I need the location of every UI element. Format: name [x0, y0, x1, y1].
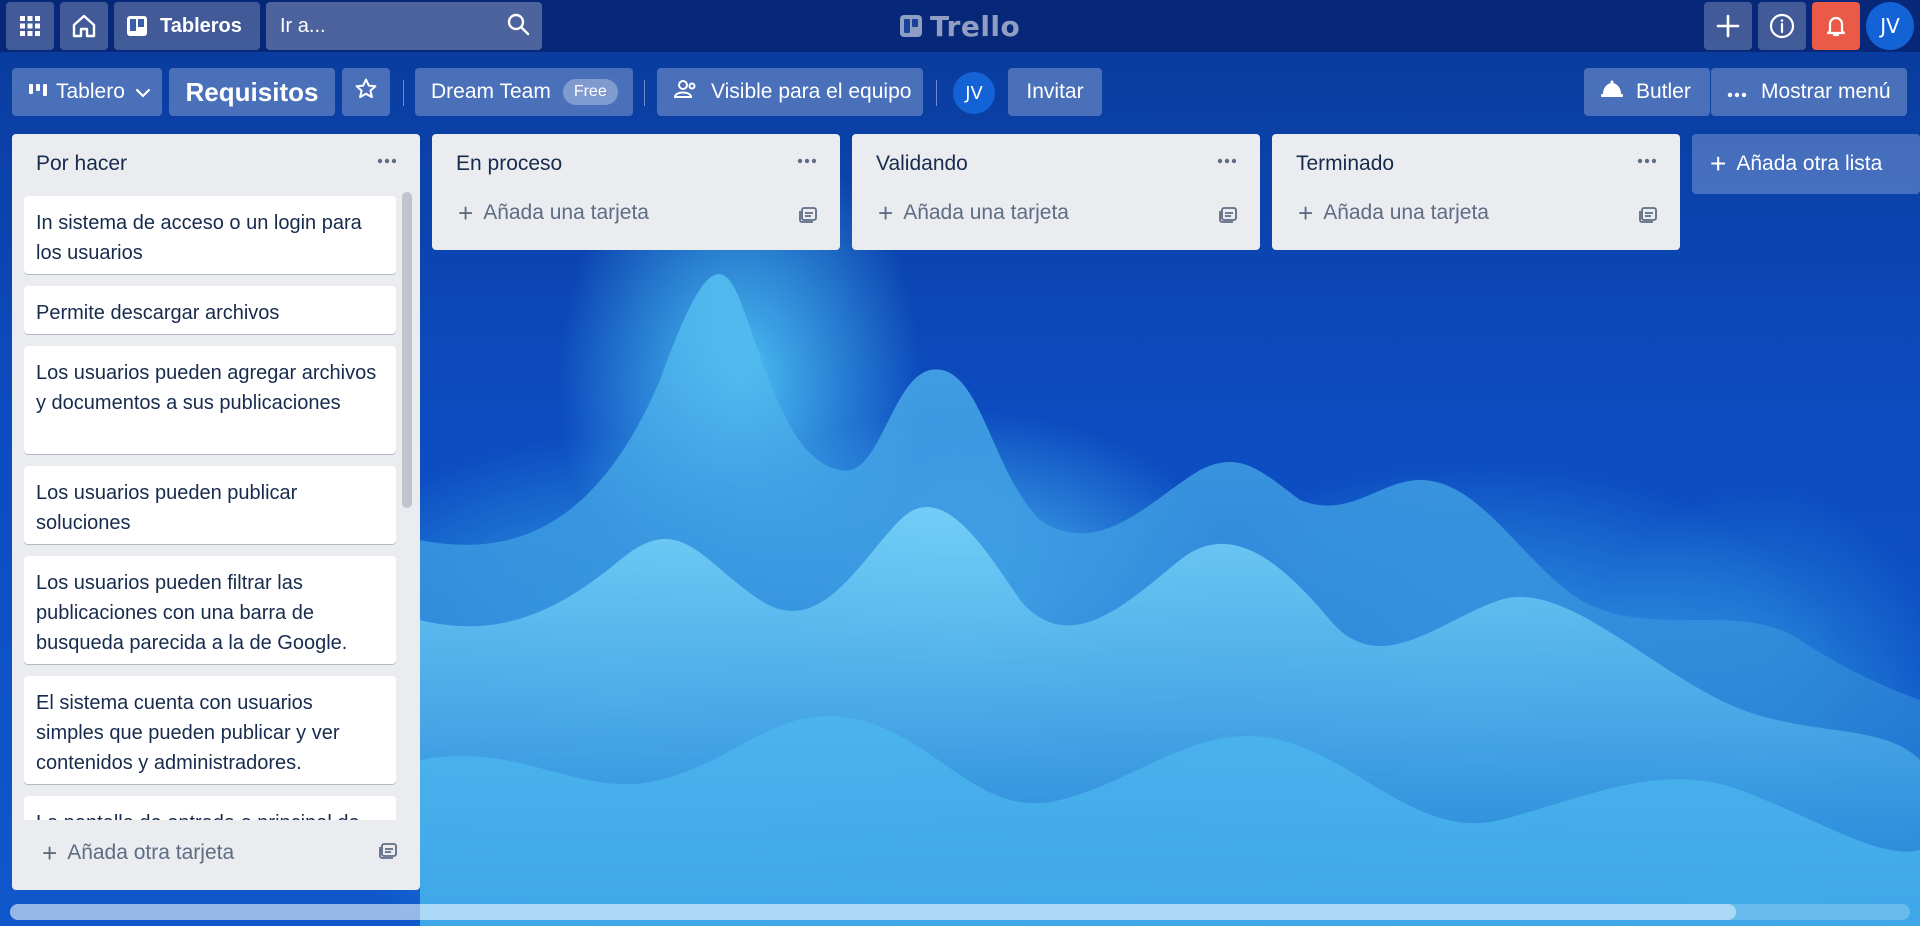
board-view-switcher[interactable]: Tablero	[12, 68, 162, 116]
more-dots-icon	[1727, 80, 1747, 104]
search-input[interactable]	[278, 13, 502, 39]
add-list-button[interactable]: + Añada otra lista	[1692, 134, 1920, 194]
information-button[interactable]	[1758, 2, 1806, 50]
top-navigation-bar: Tableros Trello JV	[0, 0, 1920, 52]
chevron-down-icon	[135, 80, 151, 104]
notifications-button[interactable]	[1812, 2, 1860, 50]
butler-button[interactable]: Butler	[1584, 68, 1710, 116]
list-menu-icon[interactable]	[1212, 146, 1242, 176]
card-template-icon[interactable]	[378, 840, 398, 866]
board-scrollbar-thumb[interactable]	[10, 904, 1736, 920]
search-icon[interactable]	[506, 12, 530, 41]
star-board-button[interactable]	[342, 68, 390, 116]
plus-icon	[1716, 14, 1740, 38]
home-button[interactable]	[60, 2, 108, 50]
board-view-label: Tablero	[56, 80, 125, 103]
user-initials: JV	[1880, 14, 1900, 38]
list-menu-icon[interactable]	[372, 146, 402, 176]
plus-icon: +	[878, 198, 894, 228]
user-avatar[interactable]: JV	[1866, 2, 1914, 50]
boards-button[interactable]: Tableros	[114, 2, 260, 50]
list-header: Validando	[852, 134, 1260, 184]
invite-button[interactable]: Invitar	[1008, 68, 1102, 116]
list-title[interactable]: Por hacer	[36, 152, 127, 176]
list-title[interactable]: Validando	[876, 152, 968, 176]
header-divider	[936, 80, 937, 106]
board-title[interactable]: Requisitos	[169, 68, 335, 116]
show-menu-button[interactable]: Mostrar menú	[1711, 68, 1907, 116]
plus-icon: +	[1710, 148, 1727, 179]
card[interactable]: El sistema cuenta con usuarios simples q…	[24, 676, 396, 784]
plus-icon: +	[1298, 198, 1314, 228]
list-menu-icon[interactable]	[1632, 146, 1662, 176]
add-card-label: Añada una tarjeta	[483, 201, 649, 224]
plus-icon: +	[458, 198, 474, 228]
apps-grid-icon	[19, 15, 41, 37]
show-menu-label: Mostrar menú	[1761, 80, 1891, 103]
search-box[interactable]	[266, 2, 542, 50]
card[interactable]: In sistema de acceso o un login para los…	[24, 196, 396, 274]
cards-container: In sistema de acceso o un login para los…	[12, 192, 412, 820]
list-scrollbar[interactable]	[402, 192, 412, 508]
list-header: En proceso	[432, 134, 840, 184]
card[interactable]: Los usuarios pueden publicar soluciones	[24, 466, 396, 544]
team-visibility-icon	[673, 79, 697, 105]
list-menu-icon[interactable]	[792, 146, 822, 176]
add-card-button[interactable]: + Añada una tarjeta	[432, 184, 840, 242]
team-name: Dream Team	[431, 80, 551, 103]
butler-label: Butler	[1636, 80, 1691, 103]
trello-logo[interactable]: Trello	[900, 8, 1020, 44]
star-icon	[354, 77, 378, 107]
plus-icon: +	[42, 838, 58, 868]
card[interactable]: Los usuarios pueden filtrar las publicac…	[24, 556, 396, 664]
header-divider	[644, 80, 645, 106]
add-card-button[interactable]: + Añada una tarjeta	[852, 184, 1260, 242]
list-por-hacer: Por hacer In sistema de acceso o un logi…	[12, 134, 420, 890]
add-card-label: Añada otra tarjeta	[67, 841, 235, 864]
add-card-button[interactable]: + Añada una tarjeta	[1272, 184, 1680, 242]
add-card-label: Añada una tarjeta	[903, 201, 1069, 224]
list-terminado: Terminado + Añada una tarjeta	[1272, 134, 1680, 250]
board-view-icon	[28, 80, 48, 104]
header-divider	[403, 80, 404, 106]
list-validando: Validando + Añada una tarjeta	[852, 134, 1260, 250]
list-header: Por hacer	[12, 134, 420, 184]
card-template-icon[interactable]	[798, 204, 818, 230]
add-list-label: Añada otra lista	[1736, 152, 1883, 175]
board-member-initials: JV	[965, 82, 983, 104]
add-card-button[interactable]: + Añada otra tarjeta	[12, 820, 420, 886]
card-template-icon[interactable]	[1638, 204, 1658, 230]
card[interactable]: Los usuarios pueden agregar archivos y d…	[24, 346, 396, 454]
board-horizontal-scrollbar[interactable]	[10, 904, 1910, 920]
team-plan-badge: Free	[562, 79, 618, 105]
butler-bell-icon	[1600, 80, 1624, 104]
home-icon	[71, 13, 97, 39]
add-card-label: Añada una tarjeta	[1323, 201, 1489, 224]
board-member-avatar[interactable]: JV	[953, 72, 995, 114]
list-header: Terminado	[1272, 134, 1680, 184]
trello-logo-text: Trello	[930, 9, 1021, 43]
boards-label: Tableros	[160, 14, 242, 37]
board-icon	[126, 15, 148, 37]
info-icon	[1769, 13, 1795, 39]
list-title[interactable]: Terminado	[1296, 152, 1394, 176]
create-button[interactable]	[1704, 2, 1752, 50]
bell-icon	[1824, 14, 1848, 38]
card-template-icon[interactable]	[1218, 204, 1238, 230]
apps-grid-button[interactable]	[6, 2, 54, 50]
card[interactable]: Permite descargar archivos	[24, 286, 396, 334]
list-title[interactable]: En proceso	[456, 152, 562, 176]
team-button[interactable]: Dream Team Free	[415, 68, 633, 116]
visibility-button[interactable]: Visible para el equipo	[657, 68, 923, 116]
trello-logo-icon	[900, 15, 922, 37]
visibility-label: Visible para el equipo	[711, 80, 912, 103]
card[interactable]: La pantalla de entrada o principal de	[24, 796, 396, 820]
list-en-proceso: En proceso + Añada una tarjeta	[432, 134, 840, 250]
